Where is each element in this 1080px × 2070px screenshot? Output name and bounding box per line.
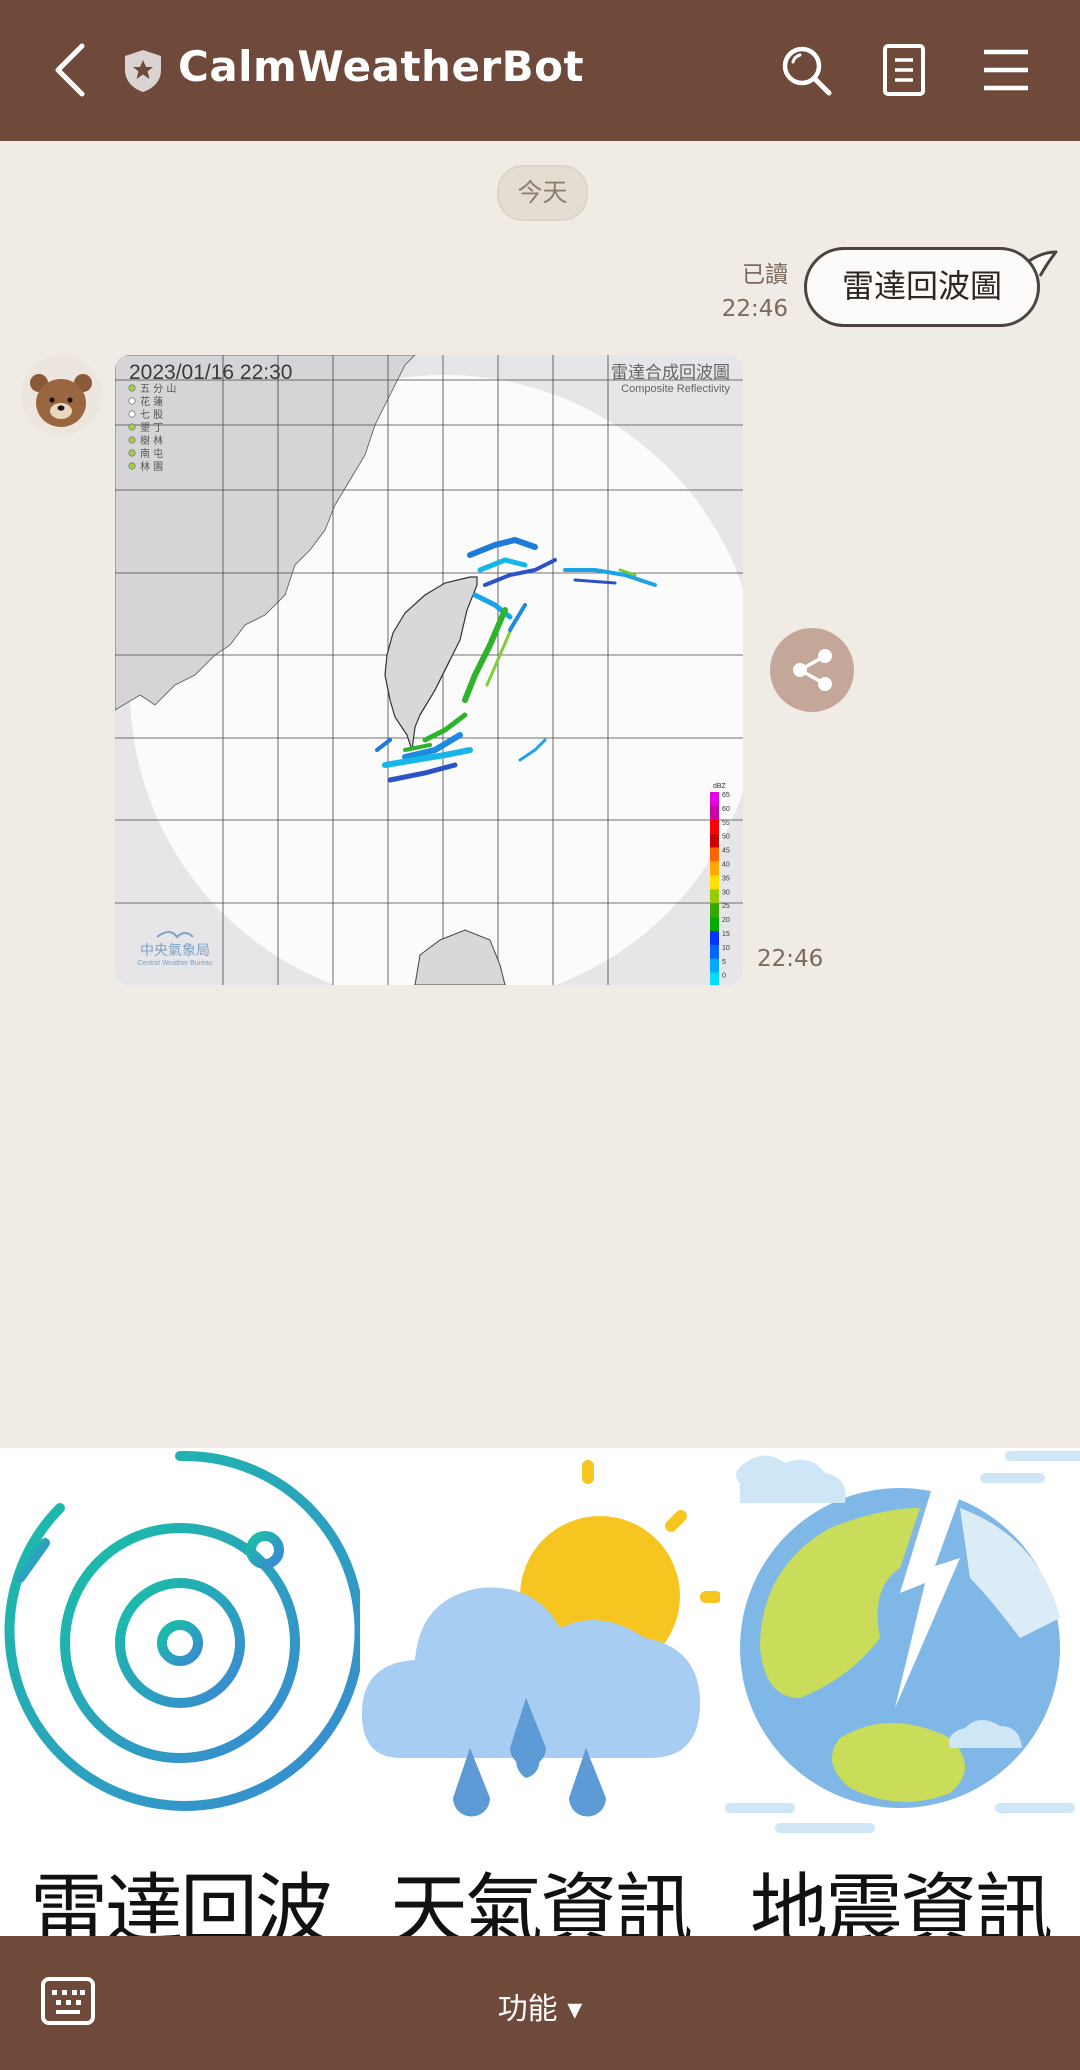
scale-swatch (710, 889, 719, 904)
scale-label: 15 (722, 931, 730, 938)
bot-avatar[interactable] (21, 355, 101, 435)
radar-image[interactable]: 2023/01/16 22:30 雷達合成回波圖 Composite Refle… (115, 355, 743, 985)
share-icon (793, 649, 832, 691)
chat-title: CalmWeatherBot (178, 42, 585, 91)
scale-swatch (710, 819, 719, 834)
message-time: 22:46 (721, 296, 788, 322)
read-status: 已讀 (742, 262, 788, 288)
station-marker (128, 410, 136, 418)
date-separator: 今天 (497, 165, 588, 221)
earthquake-icon (725, 1451, 1080, 1833)
scale-label: 35 (722, 875, 730, 882)
station-name: 花 蓮 (140, 395, 163, 408)
station-name: 墾 丁 (140, 421, 163, 434)
station-marker (128, 423, 136, 431)
scale-label: 30 (722, 889, 730, 896)
scale-label: 60 (722, 806, 730, 813)
message-meta: 已讀 22:46 (722, 258, 788, 326)
outgoing-message-bubble[interactable]: 雷達回波圖 (804, 247, 1040, 327)
radar-title-en: Composite Reflectivity (621, 383, 730, 395)
scale-swatch (710, 944, 719, 959)
share-button[interactable] (770, 628, 854, 712)
scale-swatch (710, 805, 719, 820)
station-marker (128, 397, 136, 405)
agency-name-en: Central Weather Bureau (137, 960, 212, 967)
bear-avatar-icon (21, 355, 101, 435)
scale-swatch (710, 861, 719, 876)
station-marker (128, 462, 136, 470)
back-icon[interactable] (46, 40, 96, 100)
station-name: 樹 林 (140, 434, 163, 447)
notes-icon[interactable] (875, 40, 935, 100)
radar-timestamp: 2023/01/16 22:30 (129, 361, 293, 384)
scale-swatch (710, 903, 719, 918)
scale-label: 0 (722, 973, 726, 980)
station-name: 南 屯 (140, 447, 163, 460)
scale-unit: dBZ (713, 783, 727, 790)
radar-map: 2023/01/16 22:30 雷達合成回波圖 Composite Refle… (115, 355, 743, 985)
station-marker (128, 436, 136, 444)
search-icon[interactable] (776, 40, 836, 100)
message-time: 22:46 (757, 946, 824, 972)
scale-swatch (710, 792, 719, 806)
header-bar: CalmWeatherBot (0, 0, 1080, 141)
station-name: 七 股 (140, 409, 163, 421)
scale-label: 10 (722, 945, 730, 952)
shield-icon (125, 50, 161, 92)
scale-swatch (710, 958, 719, 973)
bottom-bar: 功能 ▾ (0, 1936, 1080, 2070)
radar-icon (3, 1450, 360, 1835)
scale-swatch (710, 931, 719, 945)
rich-menu: 雷達回波 天氣資訊 地震資訊 (0, 1448, 1080, 1936)
menu-icon[interactable] (976, 40, 1036, 100)
scale-swatch (710, 917, 719, 932)
scale-label: 45 (722, 848, 730, 855)
station-marker (128, 384, 136, 392)
station-name: 林 園 (140, 460, 163, 473)
rich-menu-weather[interactable]: 天氣資訊 (360, 1448, 720, 1936)
scale-label: 5 (722, 959, 726, 966)
scale-label: 20 (722, 917, 730, 924)
rich-menu-toggle[interactable]: 功能 ▾ (0, 1984, 1080, 2028)
scale-swatch (710, 847, 719, 862)
rich-menu-radar[interactable]: 雷達回波 (0, 1448, 360, 1936)
rich-menu-label: 地震資訊 (749, 1866, 1053, 1936)
radar-title-zh: 雷達合成回波圖 (611, 363, 730, 383)
scale-swatch (710, 972, 719, 985)
scale-swatch (710, 833, 719, 848)
station-name: 五 分 山 (140, 383, 176, 395)
rich-menu-earthquake[interactable]: 地震資訊 (720, 1448, 1080, 1936)
scale-label: 55 (722, 820, 730, 827)
scale-label: 25 (722, 903, 730, 910)
rich-menu-label: 天氣資訊 (389, 1866, 693, 1936)
rich-menu-label: 雷達回波 (29, 1866, 333, 1936)
scale-label: 50 (722, 834, 730, 841)
scale-label: 65 (722, 792, 730, 799)
agency-name: 中央氣象局 (140, 943, 210, 959)
scale-label: 40 (722, 862, 730, 869)
weather-icon (361, 1460, 720, 1817)
station-marker (128, 449, 136, 457)
scale-swatch (710, 875, 719, 890)
